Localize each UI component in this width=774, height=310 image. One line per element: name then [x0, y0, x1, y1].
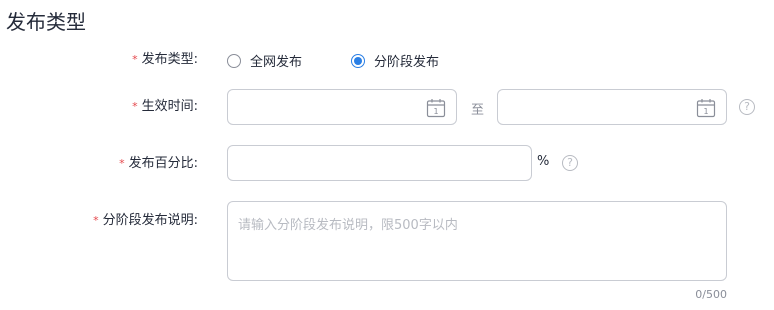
release-type-option-phased[interactable]: 分阶段发布 — [351, 51, 439, 70]
calendar-day: 1 — [433, 107, 438, 116]
help-icon[interactable]: ? — [739, 99, 755, 115]
calendar-icon[interactable]: 1 — [426, 98, 446, 118]
phased-description-label-row: * 分阶段发布说明: — [0, 212, 198, 230]
required-mark: * — [132, 100, 138, 113]
calendar-day: 1 — [703, 107, 708, 116]
release-percent-label: 发布百分比: — [128, 156, 198, 171]
phased-description-label: 分阶段发布说明: — [102, 213, 198, 228]
required-mark: * — [132, 53, 138, 66]
character-counter: 0/500 — [695, 288, 727, 301]
release-type-label: 发布类型: — [141, 52, 198, 67]
radio-phased[interactable] — [351, 53, 365, 68]
calendar-icon[interactable]: 1 — [696, 98, 716, 118]
effective-time-label: 生效时间: — [141, 99, 198, 114]
release-type-label-row: * 发布类型: — [0, 51, 198, 69]
release-type-option-full[interactable]: 全网发布 — [227, 51, 302, 70]
radio-full-network[interactable] — [227, 53, 241, 68]
help-icon[interactable]: ? — [562, 155, 578, 171]
start-time-input[interactable]: 1 — [227, 89, 457, 125]
release-percent-input[interactable] — [227, 145, 532, 181]
required-mark: * — [119, 157, 125, 170]
page-title: 发布类型 — [6, 10, 86, 34]
release-percent-label-row: * 发布百分比: — [0, 155, 198, 173]
phased-description-textarea[interactable] — [227, 201, 727, 281]
time-range-separator: 至 — [471, 103, 485, 118]
required-mark: * — [93, 214, 99, 227]
radio-phased-label: 分阶段发布 — [374, 55, 440, 70]
radio-full-network-label: 全网发布 — [250, 55, 303, 70]
effective-time-label-row: * 生效时间: — [0, 98, 198, 116]
end-time-input[interactable]: 1 — [497, 89, 727, 125]
percent-unit: % — [537, 154, 550, 169]
